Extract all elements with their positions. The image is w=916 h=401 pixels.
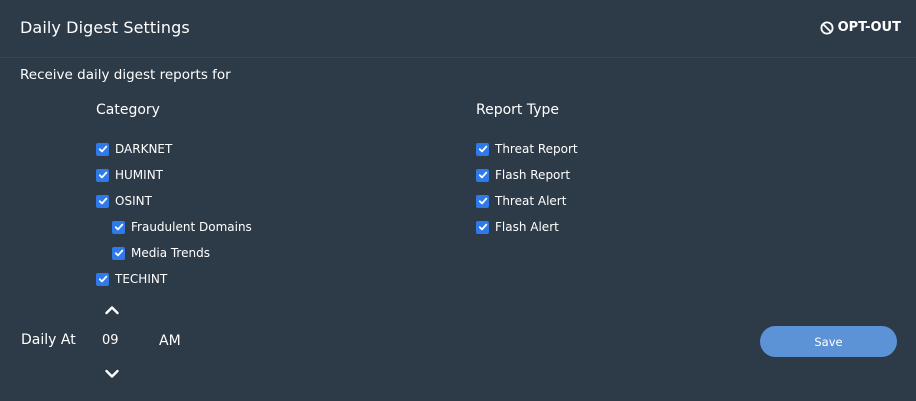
checkbox-checked-icon[interactable] xyxy=(112,220,125,234)
checkbox-label: OSINT xyxy=(115,194,152,208)
chevron-down-icon[interactable] xyxy=(104,368,120,380)
hour-value[interactable]: 09 xyxy=(102,333,119,348)
block-icon xyxy=(820,21,834,34)
checkbox-label: HUMINT xyxy=(115,168,164,182)
checkbox-checked-icon[interactable] xyxy=(96,142,109,156)
checkbox-checked-icon[interactable] xyxy=(112,246,125,260)
checkbox-checked-icon[interactable] xyxy=(96,168,109,182)
section-subtitle: Receive daily digest reports for xyxy=(20,67,231,83)
checkbox-checked-icon[interactable] xyxy=(476,168,489,182)
checkbox-label: Threat Alert xyxy=(495,194,567,208)
checkbox-techint[interactable]: TECHINT xyxy=(96,271,167,287)
category-heading: Category xyxy=(96,102,160,118)
checkbox-flash-report[interactable]: Flash Report xyxy=(476,167,570,183)
checkbox-checked-icon[interactable] xyxy=(476,194,489,208)
checkbox-darknet[interactable]: DARKNET xyxy=(96,141,172,157)
daily-at-label: Daily At xyxy=(21,332,76,348)
header: Daily Digest Settings OPT-OUT xyxy=(0,0,916,58)
checkbox-checked-icon[interactable] xyxy=(476,142,489,156)
checkbox-label: Threat Report xyxy=(495,142,578,156)
checkbox-fraudulent-domains[interactable]: Fraudulent Domains xyxy=(112,219,252,235)
checkbox-media-trends[interactable]: Media Trends xyxy=(112,245,210,261)
report-type-heading: Report Type xyxy=(476,102,560,118)
checkbox-label: TECHINT xyxy=(115,272,168,286)
checkbox-threat-alert[interactable]: Threat Alert xyxy=(476,193,566,209)
checkbox-flash-alert[interactable]: Flash Alert xyxy=(476,219,559,235)
page-title: Daily Digest Settings xyxy=(20,18,190,37)
checkbox-threat-report[interactable]: Threat Report xyxy=(476,141,578,157)
chevron-up-icon[interactable] xyxy=(104,304,120,316)
save-button[interactable]: Save xyxy=(760,326,897,357)
checkbox-label: DARKNET xyxy=(115,142,173,156)
opt-out-label: OPT-OUT xyxy=(837,20,901,35)
checkbox-label: Media Trends xyxy=(131,246,210,260)
am-pm-toggle[interactable]: AM xyxy=(159,333,181,349)
checkbox-checked-icon[interactable] xyxy=(476,220,489,234)
opt-out-button[interactable]: OPT-OUT xyxy=(820,20,901,35)
checkbox-label: Flash Alert xyxy=(495,220,559,234)
checkbox-humint[interactable]: HUMINT xyxy=(96,167,163,183)
checkbox-label: Flash Report xyxy=(495,168,571,182)
checkbox-checked-icon[interactable] xyxy=(96,194,109,208)
checkbox-osint[interactable]: OSINT xyxy=(96,193,152,209)
checkbox-label: Fraudulent Domains xyxy=(131,220,252,234)
checkbox-checked-icon[interactable] xyxy=(96,272,109,286)
